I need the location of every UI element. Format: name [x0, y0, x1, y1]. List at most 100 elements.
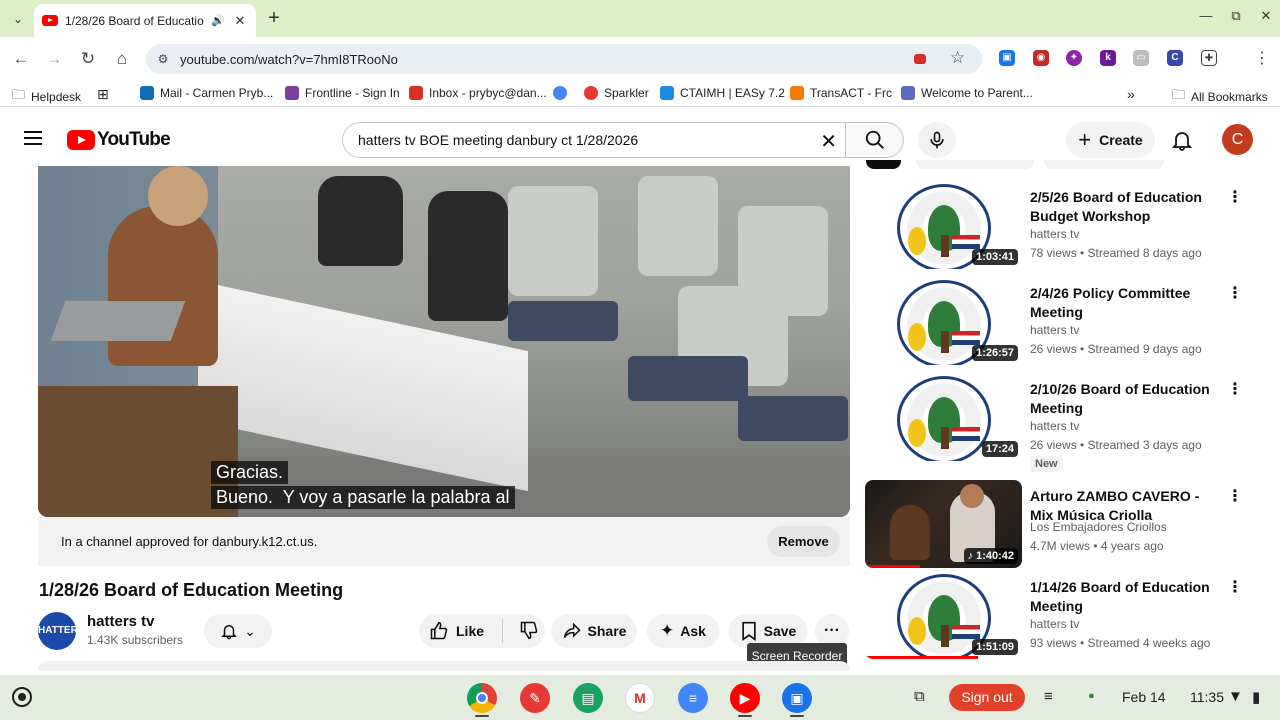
extension-icon[interactable]: ▭	[1133, 50, 1149, 66]
like-button[interactable]: Like	[429, 621, 484, 641]
close-window-icon[interactable]: ✕	[1256, 8, 1276, 24]
battery-icon[interactable]: ▮	[1252, 688, 1260, 706]
menu-icon[interactable]	[24, 131, 42, 145]
channel-name[interactable]: hatters tv	[87, 613, 155, 630]
video-thumbnail[interactable]: 1:03:41	[865, 181, 1022, 269]
recommendation-title[interactable]: 2/5/26 Board of Education Budget Worksho…	[1030, 188, 1220, 226]
description-box[interactable]	[38, 661, 850, 671]
bookmark-item[interactable]: Frontline - Sign In	[285, 86, 400, 100]
avatar[interactable]: C	[1222, 124, 1253, 155]
screen-recorder-app-icon[interactable]: ▣	[782, 683, 812, 713]
recommendation-item[interactable]: ♪ 1:40:42 Arturo ZAMBO CAVERO - Mix Músi…	[865, 480, 1245, 576]
kami-extension-icon[interactable]: k	[1100, 50, 1116, 66]
bookmark-item[interactable]: TransACT - Frc	[790, 86, 892, 100]
media-icon[interactable]	[914, 54, 926, 64]
more-options-icon[interactable]: ⋮	[1227, 577, 1243, 597]
home-icon[interactable]: ⌂	[110, 47, 134, 71]
bookmark-item[interactable]: Sparkler	[584, 86, 649, 100]
recommendation-channel[interactable]: Los Embajadores Criollos	[1030, 520, 1167, 534]
time-display[interactable]: 11:35	[1190, 689, 1224, 705]
youtube-app-icon[interactable]: ▶	[730, 683, 760, 713]
new-tab-button[interactable]: +	[262, 6, 286, 30]
speaker-icon[interactable]: 🔊	[211, 14, 225, 27]
notifications-bell-icon[interactable]	[1170, 128, 1194, 152]
restore-icon[interactable]: ⧉	[1226, 8, 1246, 24]
youtube-logo[interactable]: YouTube	[67, 129, 171, 151]
subscription-button[interactable]: ⌄	[204, 614, 272, 648]
recommendation-item[interactable]: 1:03:41 2/5/26 Board of Education Budget…	[865, 181, 1245, 277]
video-thumbnail[interactable]: 17:24	[865, 373, 1022, 461]
url-text[interactable]: youtube.com/watch?v=7hmI8TRooNo	[180, 52, 398, 67]
screen-recorder-extension-icon[interactable]: ▣	[999, 50, 1015, 66]
search-input[interactable]: hatters tv BOE meeting danbury ct 1/28/2…	[342, 122, 845, 158]
wifi-icon[interactable]: ▼	[1228, 688, 1243, 705]
extensions-puzzle-icon[interactable]: ✚	[1201, 50, 1217, 66]
more-options-icon[interactable]: ⋮	[1227, 283, 1243, 303]
clear-search-icon[interactable]: ✕	[820, 129, 837, 154]
recommendation-channel[interactable]: hatters tv	[1030, 617, 1079, 631]
extension-icon[interactable]: C	[1167, 50, 1183, 66]
apps-grid-icon[interactable]: ⊞	[97, 86, 109, 103]
chrome-menu-icon[interactable]: ⋮	[1254, 47, 1270, 71]
recommendation-item[interactable]: 17:24 2/10/26 Board of Education Meeting…	[865, 373, 1245, 472]
browser-tab[interactable]: 1/28/26 Board of Education Meeting 🔊 ✕	[34, 4, 256, 37]
reload-icon[interactable]: ↻	[76, 47, 100, 71]
more-options-icon[interactable]: ⋮	[1227, 486, 1243, 506]
minimize-icon[interactable]: —	[1196, 8, 1216, 23]
more-options-icon[interactable]: ⋮	[1227, 379, 1243, 399]
recommendation-channel[interactable]: hatters tv	[1030, 323, 1079, 337]
sign-out-button[interactable]: Sign out	[949, 684, 1025, 711]
classroom-app-icon[interactable]: ▤	[573, 683, 603, 713]
ask-button[interactable]: ✦ Ask	[647, 614, 719, 648]
recommendation-item[interactable]: 1:51:09 1/14/26 Board of Education Meeti…	[865, 571, 1245, 667]
video-thumbnail[interactable]: ♪ 1:40:42	[865, 480, 1022, 568]
recommendation-item[interactable]: 1:26:57 2/4/26 Policy Committee Meeting …	[865, 277, 1245, 373]
bookmark-item[interactable]: Welcome to Parent...	[901, 86, 1033, 100]
tote-icon[interactable]: ⧉	[914, 688, 925, 705]
video-thumbnail[interactable]: 1:51:09	[865, 571, 1022, 659]
all-bookmarks-button[interactable]: 🗀 All Bookmarks	[1172, 86, 1268, 108]
launcher-icon[interactable]	[12, 687, 32, 707]
gmail-icon	[409, 86, 423, 100]
site-info-icon[interactable]: ⚙	[154, 50, 172, 68]
channel-avatar[interactable]: HATTERS TV	[38, 612, 84, 674]
bookmark-item[interactable]: CTAIMH | EASy 7.2	[660, 86, 785, 100]
bookmark-item[interactable]	[553, 86, 567, 100]
extension-icon[interactable]: ✦	[1066, 50, 1082, 66]
google-icon	[553, 86, 567, 100]
recommendation-title[interactable]: 1/14/26 Board of Education Meeting	[1030, 578, 1220, 616]
bookmark-item[interactable]: Inbox - prybyc@dan...	[409, 86, 547, 100]
recommendation-channel[interactable]: hatters tv	[1030, 419, 1079, 433]
chip[interactable]	[1044, 160, 1164, 169]
search-button[interactable]	[845, 122, 904, 158]
video-player[interactable]: Gracias. Bueno. Y voy a pasarle la palab…	[38, 166, 850, 517]
share-button[interactable]: Share	[551, 614, 637, 648]
back-icon[interactable]: ←	[9, 47, 33, 71]
extension-icon[interactable]: ◉	[1033, 50, 1049, 66]
create-button[interactable]: + Create	[1066, 122, 1155, 158]
address-bar[interactable]: ⚙ youtube.com/watch?v=7hmI8TRooNo ☆	[146, 44, 982, 74]
voice-search-button[interactable]	[918, 122, 956, 158]
bookmark-star-icon[interactable]: ☆	[950, 48, 965, 68]
recommendation-channel[interactable]: hatters tv	[1030, 227, 1079, 241]
chrome-app-icon[interactable]	[467, 683, 497, 713]
recommendation-title[interactable]: 2/4/26 Policy Committee Meeting	[1030, 284, 1220, 322]
recommendation-title[interactable]: 2/10/26 Board of Education Meeting	[1030, 380, 1220, 418]
close-tab-icon[interactable]: ✕	[232, 13, 248, 29]
bookmark-item[interactable]: 🗀 Helpdesk	[12, 86, 81, 108]
dislike-button[interactable]	[519, 620, 539, 643]
docs-app-icon[interactable]: ≡	[678, 683, 708, 713]
more-bookmarks-chevron-icon[interactable]: »	[1127, 86, 1135, 102]
canvas-app-icon[interactable]: ✎	[520, 683, 550, 713]
remove-button[interactable]: Remove	[767, 526, 840, 557]
date-display[interactable]: Feb 14	[1122, 689, 1166, 705]
chip[interactable]	[866, 160, 901, 169]
media-controls-icon[interactable]: ≡	[1044, 688, 1053, 705]
tab-search-icon[interactable]: ⌄	[6, 7, 30, 31]
bookmark-item[interactable]: Mail - Carmen Pryb...	[140, 86, 273, 100]
chip[interactable]	[916, 160, 1034, 169]
more-options-icon[interactable]: ⋮	[1227, 187, 1243, 207]
video-thumbnail[interactable]: 1:26:57	[865, 277, 1022, 365]
forward-icon[interactable]: →	[42, 47, 66, 71]
gmail-app-icon[interactable]: M	[625, 683, 655, 713]
